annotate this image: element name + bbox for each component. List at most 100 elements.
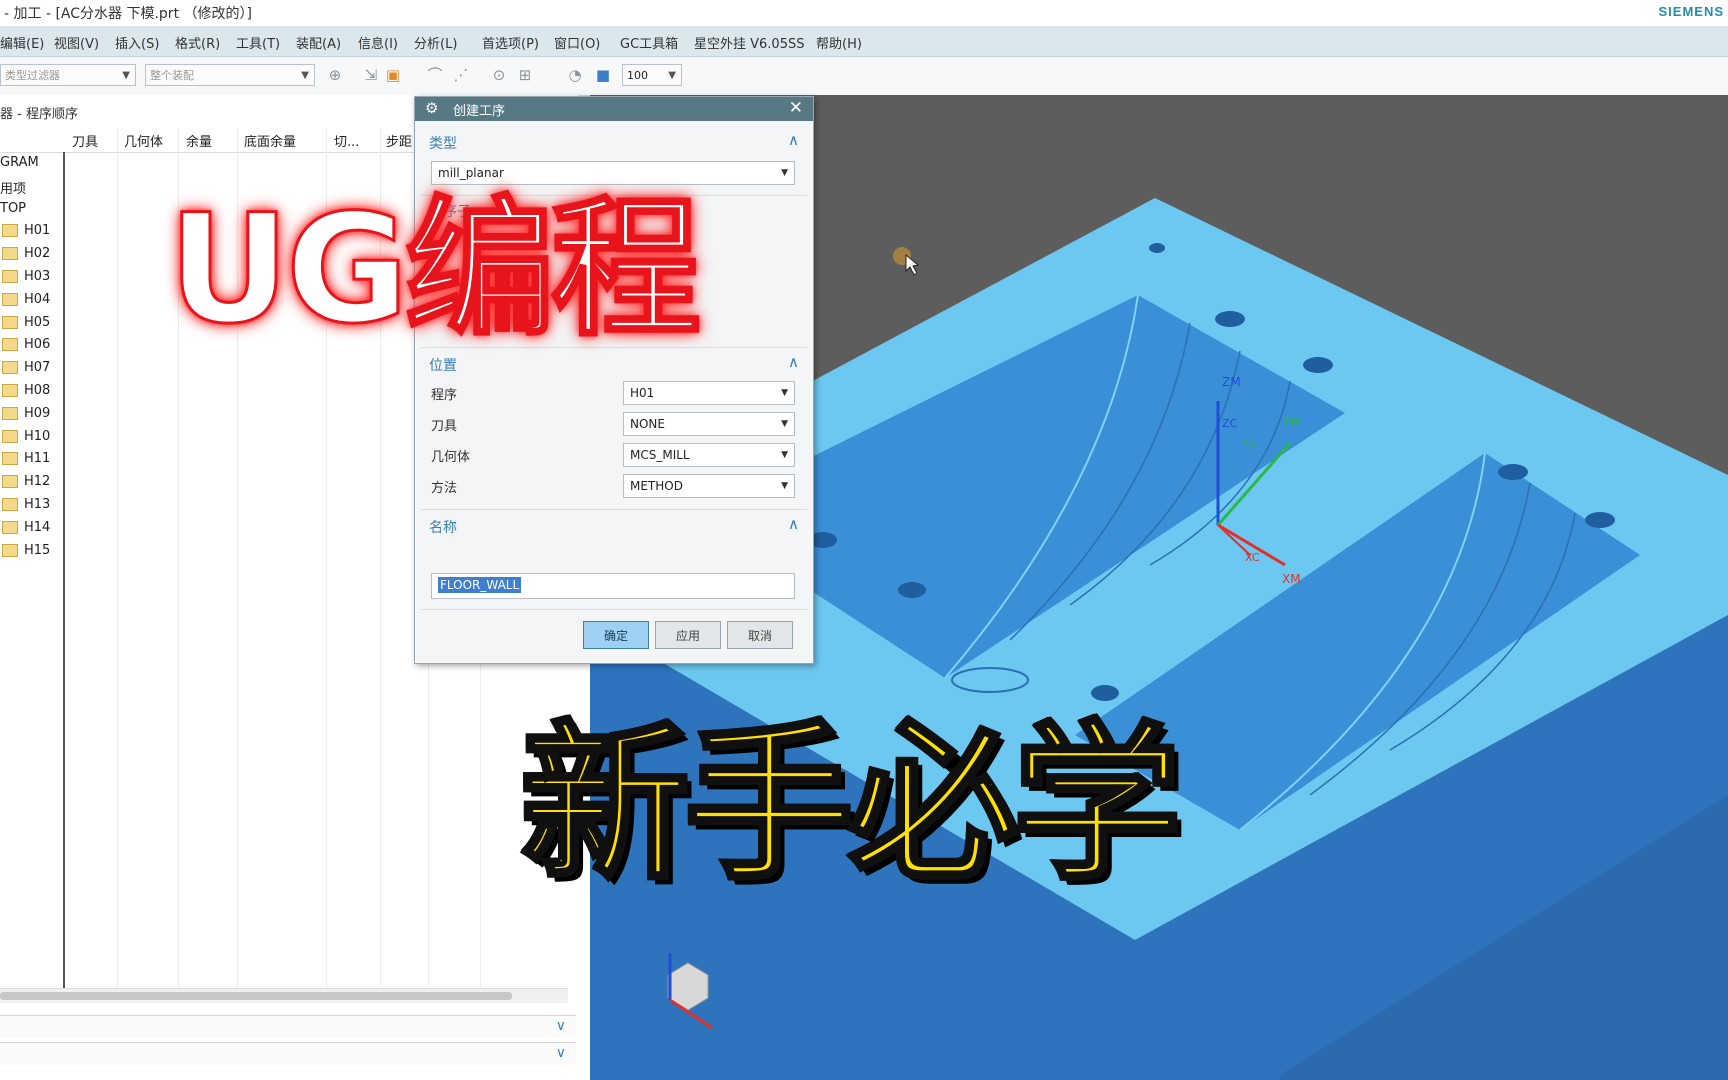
dependencies-panel-bar[interactable]: ∨ — [0, 1042, 576, 1065]
chevron-down-icon[interactable]: ∨ — [556, 1018, 566, 1034]
tree-row[interactable]: H10 — [0, 429, 50, 451]
chevron-down-icon: ▼ — [781, 481, 788, 491]
tree-row-label: H06 — [24, 337, 51, 353]
point-icon[interactable]: ⋰ — [452, 66, 470, 84]
tree-row[interactable]: H07 — [0, 360, 50, 382]
view-icon[interactable]: ◔ — [566, 66, 584, 84]
tree-row-label: H15 — [24, 542, 51, 558]
axis-label-zc: ZC — [1222, 417, 1238, 430]
column-floor-stock[interactable]: 底面余量 — [244, 131, 296, 150]
menu-view[interactable]: 视图(V) — [54, 33, 99, 52]
menu-tools[interactable]: 工具(T) — [236, 33, 280, 52]
geometry-select[interactable]: MCS_MILL ▼ — [623, 443, 795, 467]
axis-label-zm: ZM — [1222, 375, 1241, 389]
tree-row[interactable]: H15 — [0, 543, 50, 565]
scope-select[interactable]: 整个装配 ▼ — [145, 64, 315, 86]
tree-row[interactable]: 用项 — [0, 178, 26, 200]
menu-window[interactable]: 窗口(O) — [554, 33, 600, 52]
name-section-title[interactable]: 名称 — [429, 517, 457, 537]
tool-label: 刀具 — [431, 419, 458, 434]
zoom-select[interactable]: 100 ▼ — [622, 64, 682, 86]
tree-connector — [63, 152, 65, 988]
grid-icon[interactable]: ⊞ — [516, 66, 534, 84]
chevron-up-icon[interactable]: ∧ — [788, 353, 799, 371]
column-stock[interactable]: 余量 — [186, 131, 212, 150]
menu-preferences[interactable]: 首选项(P) — [482, 33, 539, 52]
tree-row[interactable]: H04 — [0, 292, 50, 314]
grid-divider — [117, 128, 118, 988]
title-bar: - 加工 - [AC分水器 下模.prt （修改的）] SIEMENS — [0, 0, 1728, 27]
menu-bar: 编辑(E) 视图(V) 插入(S) 格式(R) 工具(T) 装配(A) 信息(I… — [0, 26, 1728, 57]
column-stepover[interactable]: 步距 — [386, 131, 412, 150]
folder-icon — [2, 520, 18, 534]
tree-row-label: H01 — [24, 223, 51, 239]
tree-row[interactable]: H02 — [0, 246, 50, 268]
chevron-up-icon[interactable]: ∧ — [788, 131, 799, 149]
tree-row[interactable]: H01 — [0, 223, 50, 245]
tree-row[interactable]: H06 — [0, 337, 50, 359]
tree-row[interactable]: TOP — [0, 201, 26, 223]
snap-icon[interactable]: ⇲ — [362, 66, 380, 84]
tree-row-label: H12 — [24, 474, 51, 490]
ok-button[interactable]: 确定 — [583, 621, 649, 649]
tree-row[interactable]: GRAM — [0, 155, 39, 177]
folder-icon — [2, 475, 18, 489]
overlay-subtitle: 新手必学 — [518, 704, 1184, 906]
tree-row-label: H10 — [24, 428, 51, 444]
chevron-down-icon[interactable]: ∨ — [556, 1045, 566, 1061]
folder-icon — [2, 292, 18, 306]
navigator-title: 器 - 程序顺序 — [0, 107, 78, 122]
details-panel-bar[interactable]: ∨ — [0, 1015, 576, 1038]
column-tool[interactable]: 刀具 — [72, 131, 98, 150]
tree-row-label: 用项 — [0, 181, 27, 197]
folder-icon — [2, 406, 18, 420]
tree-row[interactable]: H05 — [0, 315, 50, 337]
scope-label: 整个装配 — [150, 69, 194, 82]
horizontal-scrollbar[interactable] — [0, 988, 568, 1003]
program-select[interactable]: H01 ▼ — [623, 381, 795, 405]
menu-plugin[interactable]: 星空外挂 V6.05SS — [694, 33, 804, 52]
folder-icon — [2, 270, 18, 283]
column-geometry[interactable]: 几何体 — [124, 131, 163, 150]
chevron-down-icon: ▼ — [122, 70, 130, 81]
tree-row[interactable]: H13 — [0, 497, 50, 519]
type-filter-select[interactable]: 类型过滤器 ▼ — [0, 64, 136, 86]
menu-format[interactable]: 格式(R) — [175, 33, 220, 52]
tool-select[interactable]: NONE ▼ — [623, 412, 795, 436]
circle-icon[interactable]: ⊙ — [490, 66, 508, 84]
menu-analysis[interactable]: 分析(L) — [414, 33, 457, 52]
select-icon[interactable]: ⊕ — [326, 66, 344, 84]
apply-button[interactable]: 应用 — [655, 621, 721, 649]
chevron-up-icon[interactable]: ∧ — [788, 515, 799, 533]
menu-insert[interactable]: 插入(S) — [115, 33, 159, 52]
axis-label-xm: XM — [1282, 572, 1301, 586]
dialog-header: ⚙ 创建工序 ✕ — [415, 97, 813, 121]
tree-row[interactable]: H03 — [0, 269, 50, 291]
name-input[interactable]: FLOOR_WALL — [431, 573, 795, 599]
column-cut[interactable]: 切... — [334, 131, 359, 150]
tree-row-label: H02 — [24, 246, 51, 262]
tree-row-label: H14 — [24, 519, 51, 535]
method-select[interactable]: METHOD ▼ — [623, 474, 795, 498]
tree-row-label: H13 — [24, 497, 51, 512]
scrollbar-thumb[interactable] — [0, 992, 512, 1000]
menu-edit[interactable]: 编辑(E) — [0, 33, 44, 52]
feature-icon[interactable]: ▣ — [384, 66, 402, 84]
tree-row[interactable]: H09 — [0, 406, 50, 428]
menu-info[interactable]: 信息(I) — [358, 33, 398, 52]
brand-logo: SIEMENS — [1658, 4, 1724, 19]
curve-icon[interactable]: ⌒ — [426, 66, 444, 84]
cancel-button[interactable]: 取消 — [727, 621, 793, 649]
folder-icon — [2, 247, 18, 261]
menu-assembly[interactable]: 装配(A) — [296, 33, 341, 52]
tree-row[interactable]: H12 — [0, 474, 50, 496]
cube-icon[interactable]: ■ — [594, 66, 612, 84]
tree-row[interactable]: H08 — [0, 383, 50, 405]
type-section-title[interactable]: 类型 — [429, 133, 457, 153]
menu-gc-toolbox[interactable]: GC工具箱 — [620, 33, 678, 52]
close-icon[interactable]: ✕ — [789, 98, 803, 118]
menu-help[interactable]: 帮助(H) — [816, 33, 862, 52]
tree-row[interactable]: H14 — [0, 520, 50, 542]
tree-row[interactable]: H11 — [0, 451, 50, 473]
axis-label-xc: XC — [1245, 551, 1260, 564]
